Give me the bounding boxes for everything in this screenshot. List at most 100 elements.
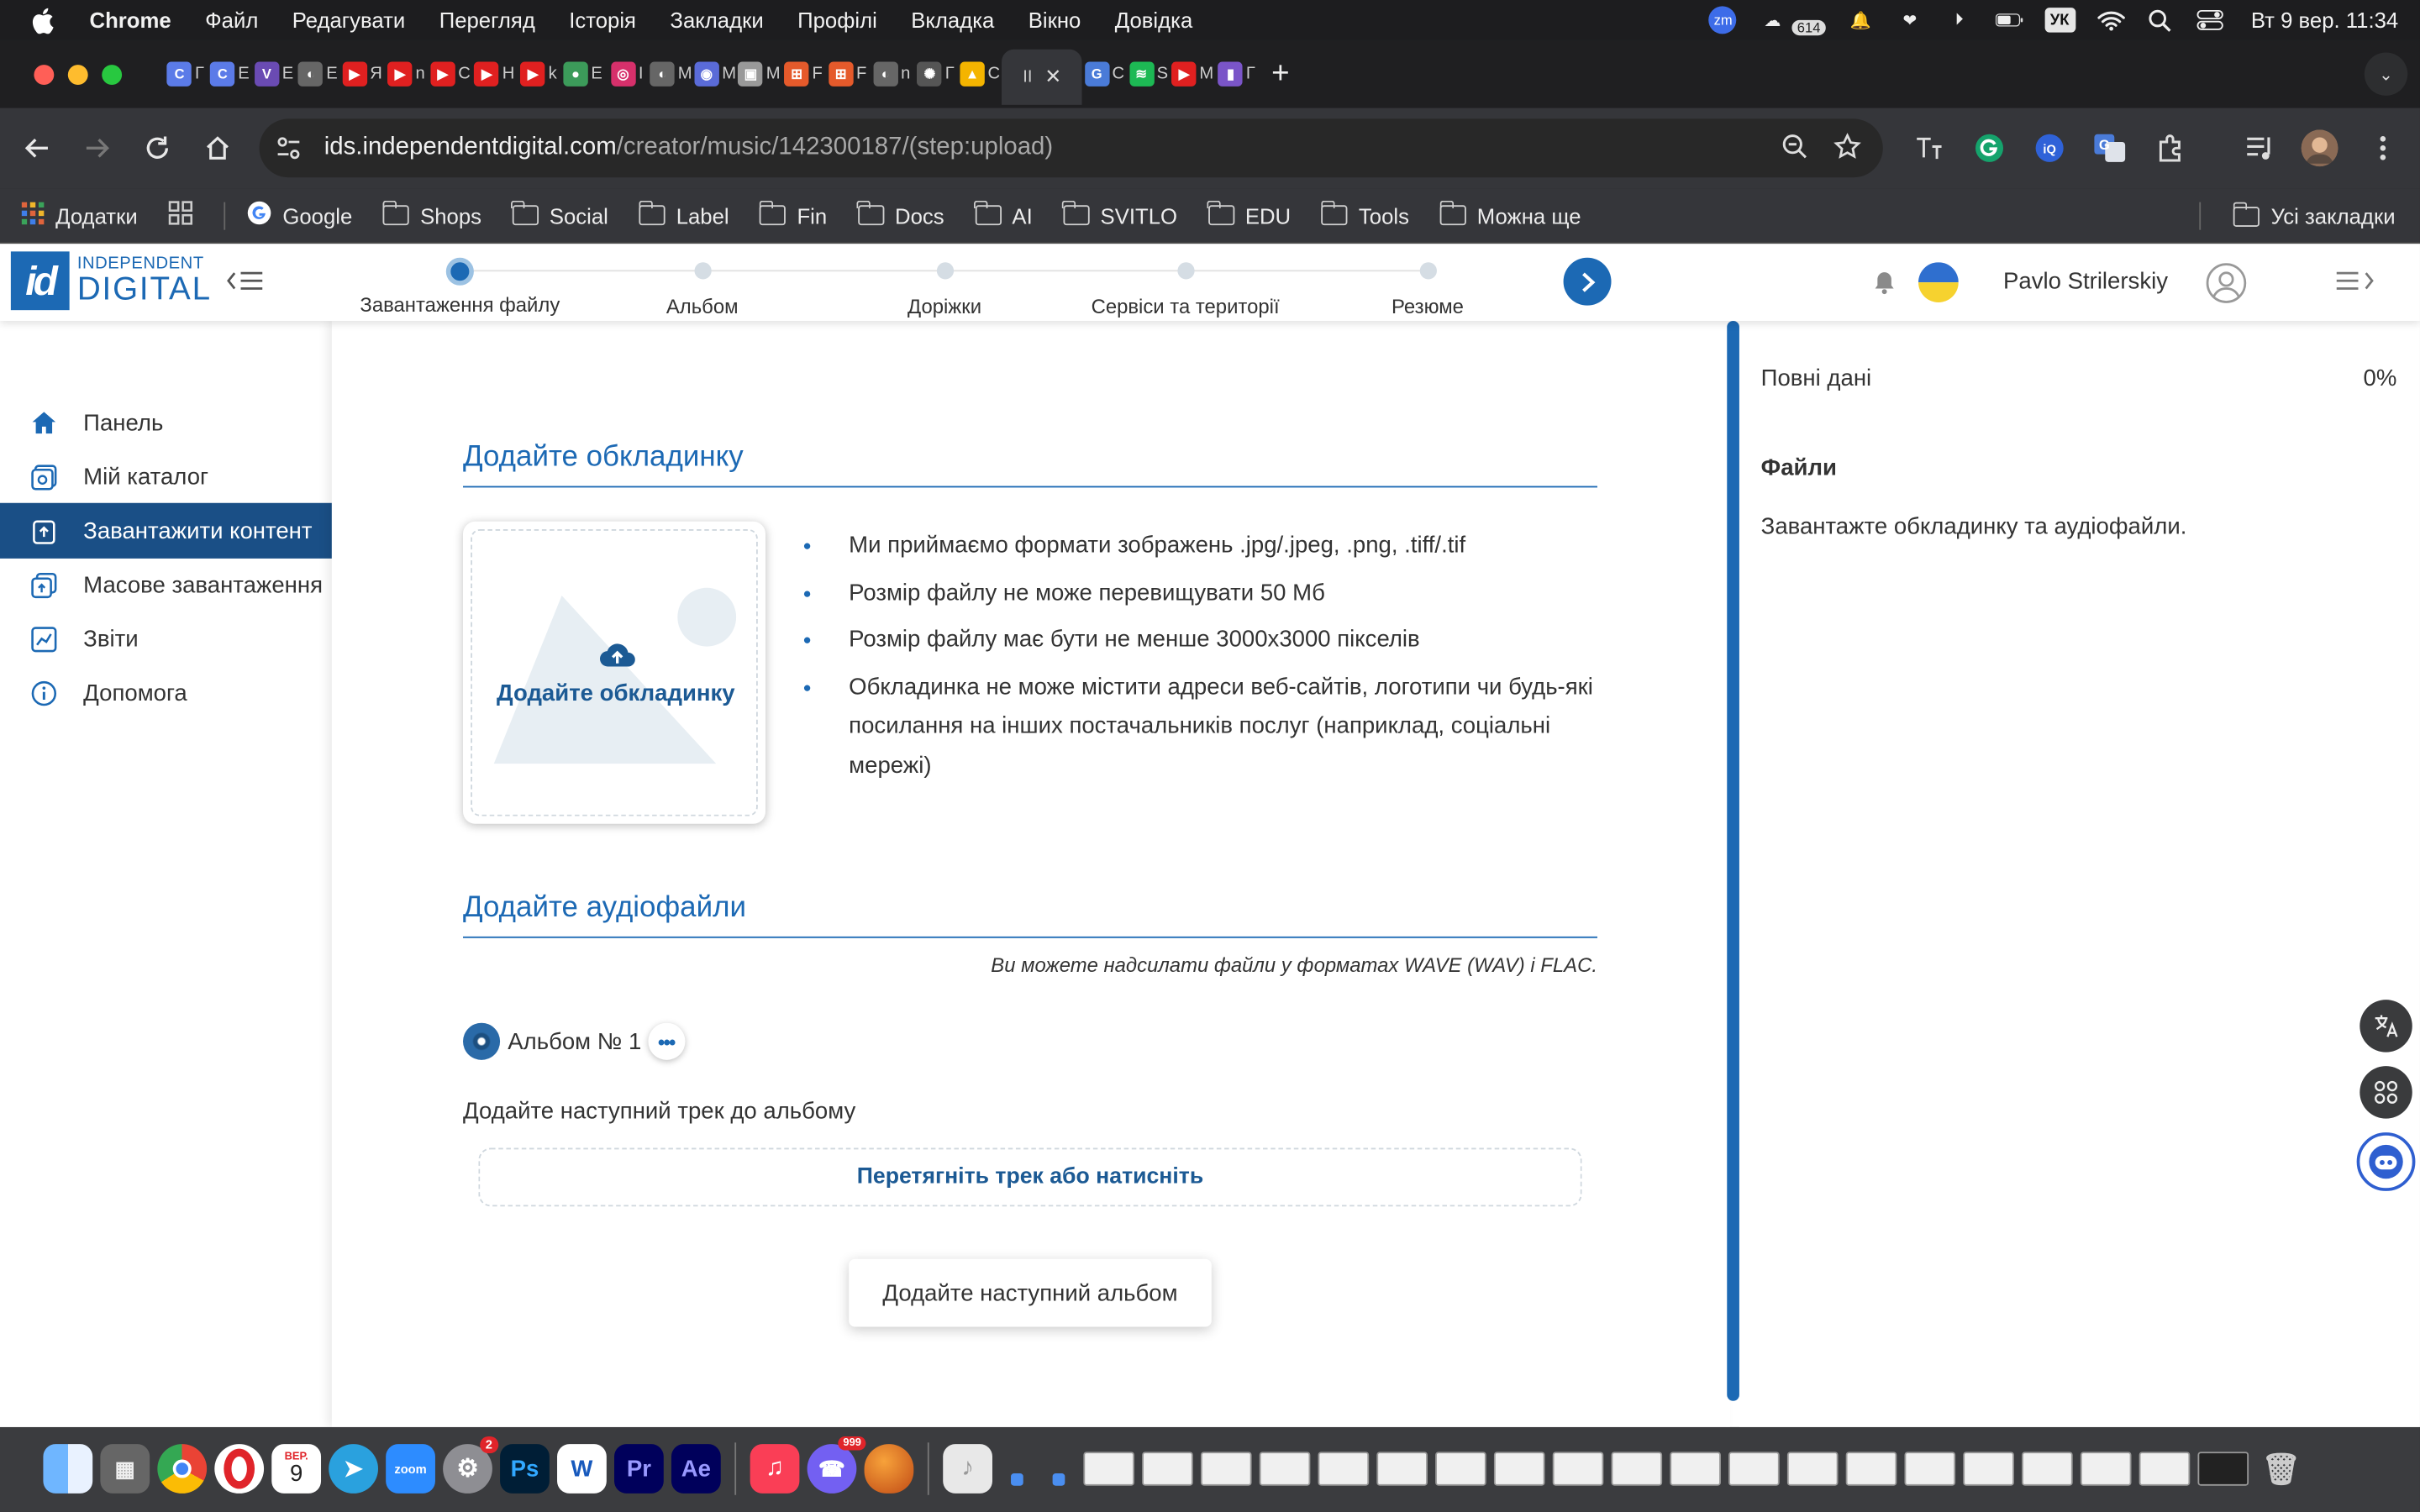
browser-tab[interactable]: ▮ Г [1215, 52, 1260, 95]
browser-tab[interactable]: ◐ n [870, 52, 914, 95]
sidebar-item-help[interactable]: Допомога [0, 665, 332, 721]
window-thumbnail[interactable] [1670, 1452, 1721, 1486]
browser-tab[interactable]: ◉ M [693, 52, 738, 95]
all-bookmarks[interactable]: Усі закладки [2200, 188, 2396, 244]
bookmark-folder-more[interactable]: Можна ще [1439, 200, 1581, 228]
minimize-window-button[interactable] [67, 65, 88, 86]
window-thumbnail[interactable] [1142, 1452, 1193, 1486]
notifications-bell-icon[interactable] [1872, 270, 1897, 295]
zoom-window-button[interactable] [102, 65, 123, 86]
browser-tab[interactable]: ⊞ F [781, 52, 826, 95]
browser-tab-active[interactable]: II ✕ [1002, 49, 1083, 105]
window-thumbnail[interactable] [1552, 1452, 1604, 1486]
window-thumbnail[interactable] [1376, 1452, 1428, 1486]
calculator-icon[interactable]: ▦ [100, 1444, 150, 1494]
zoom-out-icon[interactable] [1781, 133, 1809, 168]
bookmark-google[interactable]: Google [247, 201, 352, 230]
extensions-puzzle-icon[interactable] [2153, 129, 2190, 166]
iq-extension-icon[interactable]: iQ [2031, 129, 2068, 166]
bookmark-folder-shops[interactable]: Shops [382, 200, 481, 228]
bookmark-folder-tools[interactable]: Tools [1320, 200, 1409, 228]
menu-bookmarks[interactable]: Закладки [670, 8, 763, 32]
menu-file[interactable]: Файл [205, 8, 258, 32]
bookmark-tab-groups[interactable] [168, 201, 193, 230]
cover-upload-box[interactable]: Додайте обкладинку [463, 521, 766, 824]
browser-tab[interactable]: GC [1082, 52, 1127, 95]
window-thumbnail[interactable] [1200, 1452, 1252, 1486]
bookmark-folder-social[interactable]: Social [511, 200, 608, 228]
sidebar-item-upload-content[interactable]: Завантажити контент [0, 502, 332, 559]
window-thumbnail[interactable] [1728, 1452, 1780, 1486]
browser-tab[interactable]: ◐ E [296, 52, 340, 95]
finder-small-icon[interactable] [1000, 1444, 1034, 1494]
bookmark-folder-edu[interactable]: EDU [1207, 200, 1291, 228]
window-thumbnail[interactable] [2022, 1452, 2073, 1486]
trash-icon[interactable]: 🗑 [2256, 1444, 2306, 1494]
collapse-sidebar-icon[interactable] [225, 265, 266, 297]
chat-status-icon[interactable]: ❤ [1896, 8, 1923, 32]
window-thumbnail[interactable] [2080, 1452, 2132, 1486]
browser-tab[interactable]: ◐ M [649, 52, 693, 95]
browser-tab[interactable]: CГ [164, 52, 208, 95]
browser-tab[interactable]: ✺ Г [913, 52, 958, 95]
toggle-right-panel-icon[interactable] [2333, 265, 2380, 297]
finder-icon[interactable] [43, 1444, 93, 1494]
album-more-options-button[interactable]: ••• [647, 1022, 685, 1060]
sidebar-item-reports[interactable]: Звіти [0, 611, 332, 666]
sidebar-item-my-catalog[interactable]: Мій каталог [0, 449, 332, 504]
window-thumbnail[interactable] [2139, 1452, 2191, 1486]
word-icon[interactable]: W [557, 1444, 607, 1494]
home-button[interactable] [199, 129, 236, 166]
browser-tab[interactable]: ● E [560, 52, 605, 95]
site-settings-icon[interactable] [275, 134, 302, 162]
url-text[interactable]: ids.independentdigital.com/creator/music… [324, 134, 1053, 162]
battery-icon[interactable] [1994, 8, 2023, 32]
fl-studio-icon[interactable] [864, 1444, 914, 1494]
close-window-button[interactable] [34, 65, 55, 86]
window-thumbnail[interactable] [1786, 1452, 1839, 1486]
menu-app-name[interactable]: Chrome [90, 8, 171, 32]
chrome-menu-icon[interactable] [2365, 129, 2402, 166]
browser-tab[interactable]: CE [208, 52, 252, 95]
user-profile-icon[interactable] [2206, 262, 2248, 304]
media-controls-icon[interactable] [2243, 129, 2280, 166]
menu-profiles[interactable]: Профілі [797, 8, 877, 32]
step-summary[interactable]: Резюме [1281, 244, 1574, 318]
keyboard-layout-indicator[interactable]: УК [2044, 8, 2075, 33]
assistant-bot-icon[interactable] [2356, 1132, 2416, 1191]
tab-search-icon[interactable]: ⌄ [2364, 52, 2408, 96]
bookmark-star-icon[interactable] [1833, 133, 1861, 168]
play-status-icon[interactable]: ⏵ [1945, 8, 1973, 32]
cover-dropzone[interactable]: Додайте обкладинку [471, 528, 758, 816]
window-thumbnail[interactable] [1493, 1452, 1545, 1486]
audio-file-icon[interactable]: ♪ [943, 1444, 992, 1494]
window-thumbnail[interactable] [1083, 1452, 1134, 1486]
browser-tab[interactable]: ▶ k [517, 52, 561, 95]
zoom-status-icon[interactable]: zm [1709, 6, 1738, 34]
window-thumbnail[interactable] [1845, 1452, 1897, 1486]
cloud-status-icon[interactable]: ☁ [1759, 8, 1786, 32]
menubar-clock[interactable]: Вт 9 вер. 11:34 [2251, 8, 2398, 32]
music-icon[interactable]: ♫ [750, 1444, 800, 1494]
bookmark-folder-svitlo[interactable]: SVITLO [1062, 200, 1177, 228]
reload-button[interactable] [139, 129, 176, 166]
wifi-icon[interactable] [2096, 8, 2124, 32]
window-thumbnail[interactable] [1259, 1452, 1311, 1486]
premiere-icon[interactable]: Pr [614, 1444, 664, 1494]
window-thumbnail[interactable] [1963, 1452, 2014, 1486]
translate-floating-icon[interactable] [2360, 1000, 2412, 1053]
browser-tab[interactable]: ▶ H [472, 52, 517, 95]
menu-history[interactable]: Історія [569, 8, 636, 32]
google-translate-extension-icon[interactable]: G [2091, 129, 2128, 166]
opera-icon[interactable] [214, 1444, 265, 1494]
system-settings-icon[interactable]: ⚙ 2 [443, 1436, 499, 1494]
browser-tab[interactable]: ▣ M [737, 52, 781, 95]
window-thumbnail[interactable] [1611, 1452, 1663, 1486]
sidebar-item-dashboard[interactable]: Панель [0, 395, 332, 450]
calendar-icon[interactable]: ВЕР. 9 [271, 1444, 322, 1494]
forward-button[interactable] [79, 129, 116, 166]
control-center-icon[interactable] [2196, 8, 2223, 32]
browser-tab[interactable]: VE [252, 52, 297, 95]
browser-tab[interactable]: ▲ C [958, 52, 1002, 95]
window-thumbnail[interactable] [2197, 1452, 2249, 1486]
